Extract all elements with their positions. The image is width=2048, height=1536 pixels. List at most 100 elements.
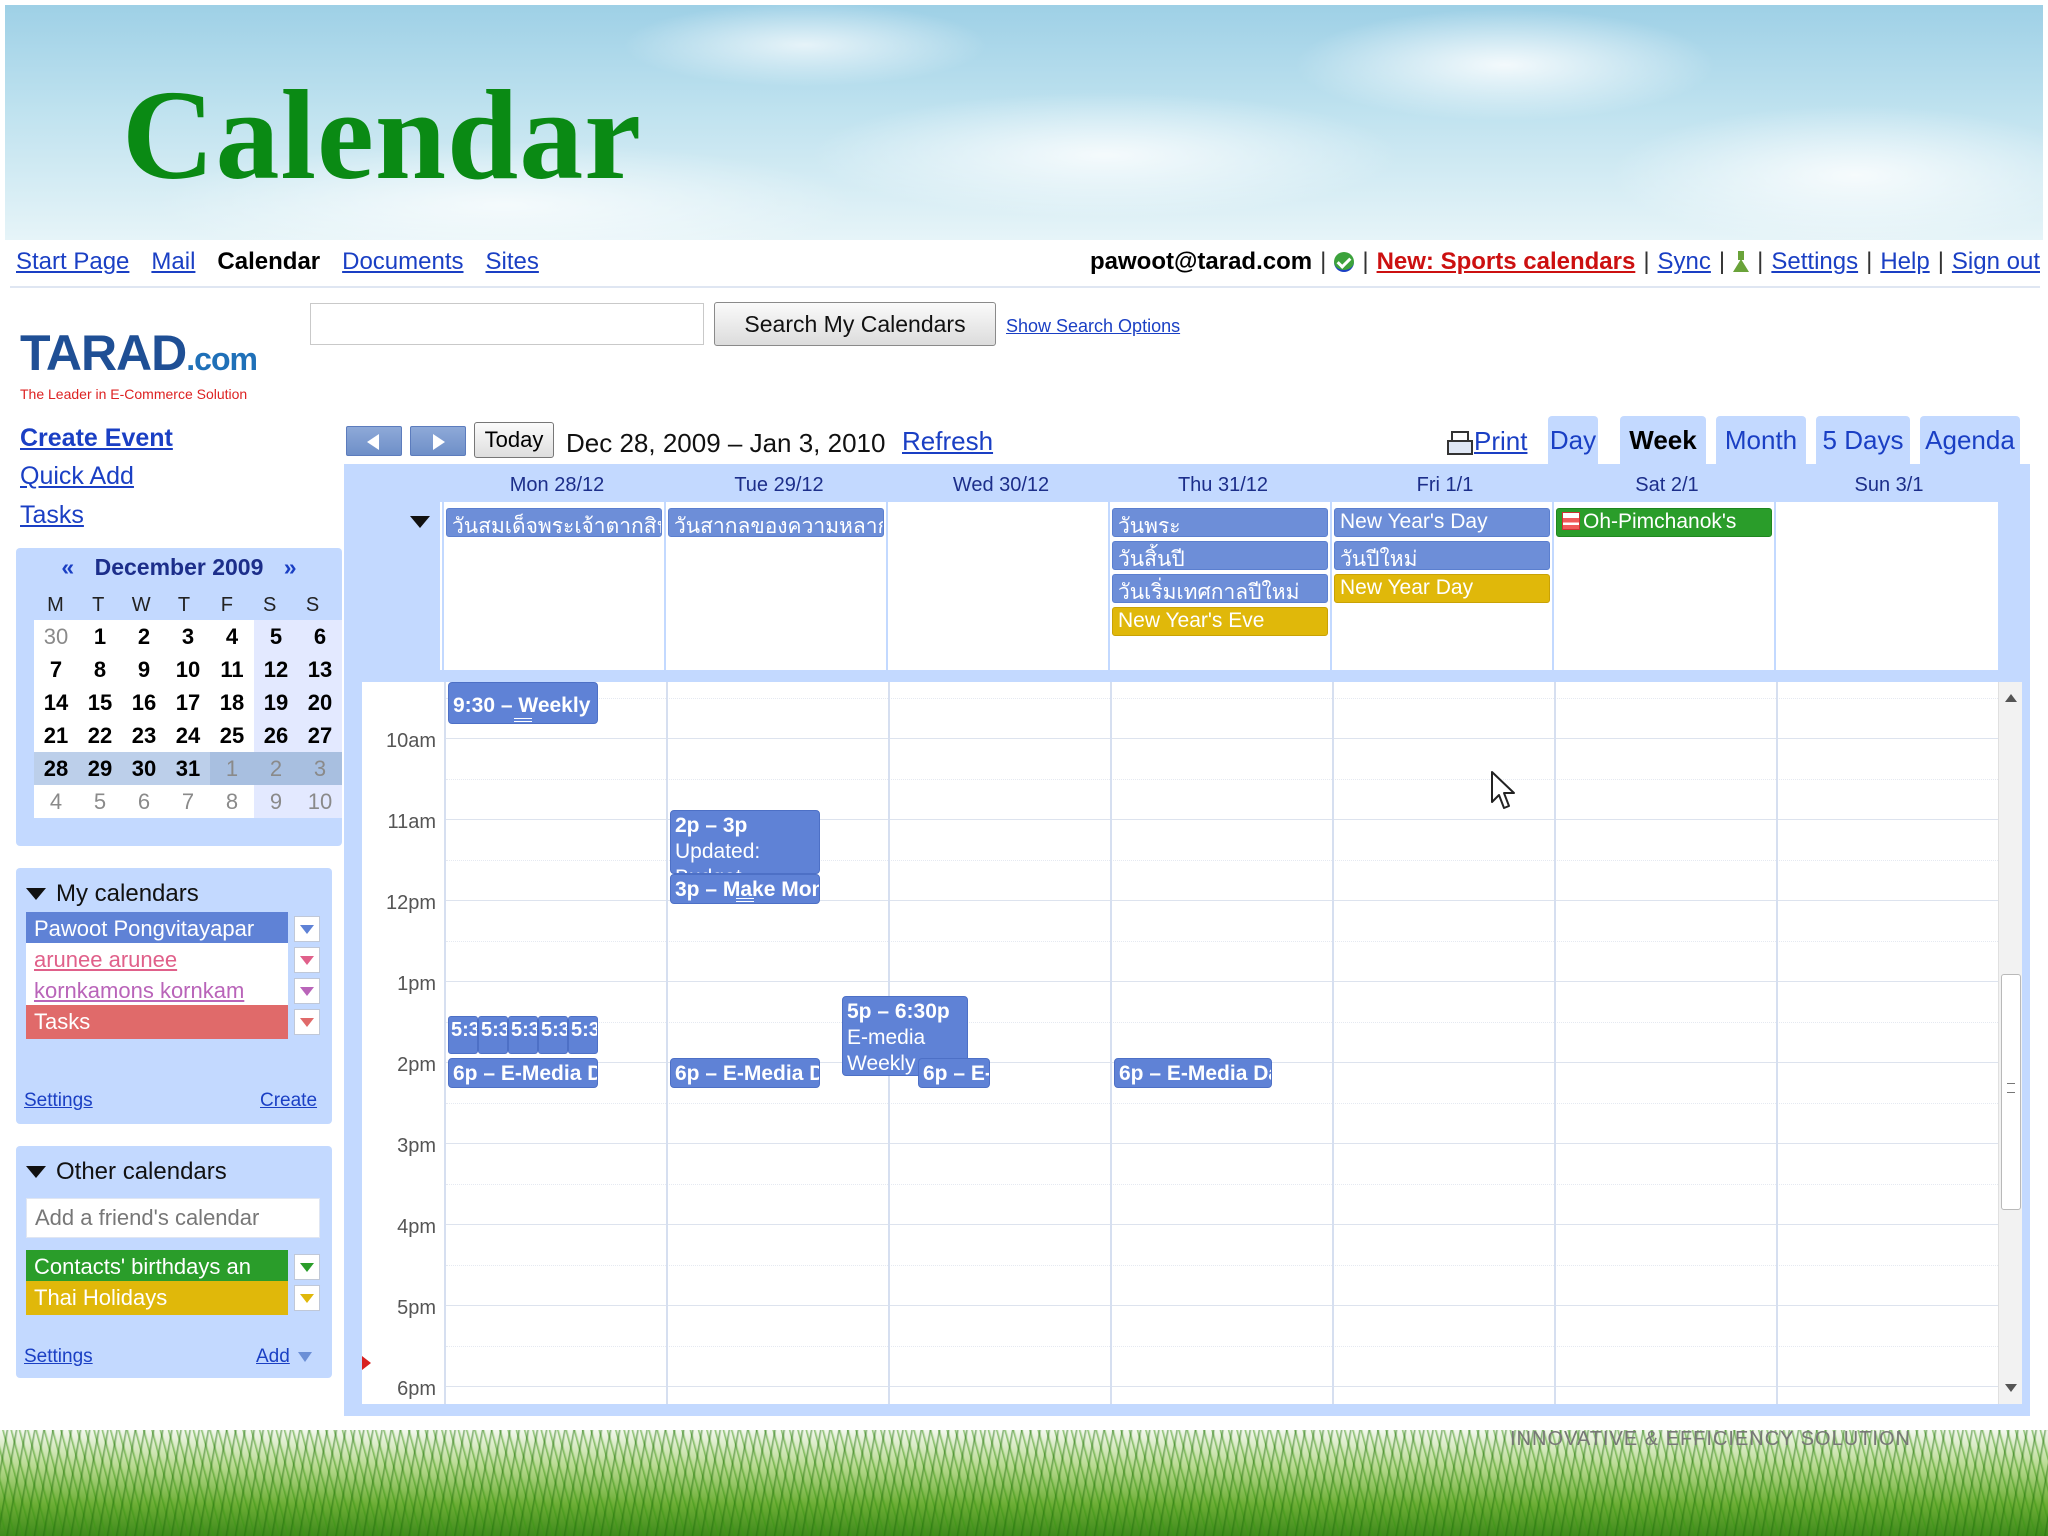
help-link[interactable]: Help xyxy=(1880,248,1929,276)
all-day-event[interactable]: New Year's Eve xyxy=(1112,607,1328,636)
other-calendars-toggle[interactable]: Other calendars xyxy=(26,1158,227,1186)
labs-flask-icon[interactable] xyxy=(1733,251,1750,273)
day-header[interactable]: Fri 1/1 xyxy=(1334,474,1556,497)
mini-day-cell[interactable]: 17 xyxy=(166,686,210,719)
event-overlap-530[interactable]: 5:3 xyxy=(448,1016,478,1054)
mini-day-cell[interactable]: 18 xyxy=(210,686,254,719)
mini-day-cell[interactable]: 7 xyxy=(166,785,210,818)
all-day-event[interactable]: วันเริ่มเทศกาลปีใหม่ xyxy=(1112,574,1328,603)
mini-day-cell[interactable]: 26 xyxy=(254,719,298,752)
add-calendar-link[interactable]: Add xyxy=(256,1346,312,1368)
mini-day-cell[interactable]: 1 xyxy=(78,620,122,653)
mini-day-cell[interactable]: 9 xyxy=(122,653,166,686)
other-calendars-settings-link[interactable]: Settings xyxy=(24,1346,93,1368)
event-e-media-daily-thu[interactable]: 6p – E-Media Daily xyxy=(1114,1058,1272,1088)
add-friend-calendar-input[interactable]: Add a friend's calendar xyxy=(26,1198,320,1238)
create-calendar-link[interactable]: Create xyxy=(260,1090,317,1112)
mini-day-cell[interactable]: 8 xyxy=(78,653,122,686)
nav-documents[interactable]: Documents xyxy=(342,248,463,276)
mini-day-cell[interactable]: 25 xyxy=(210,719,254,752)
day-header[interactable]: Tue 29/12 xyxy=(668,474,890,497)
search-my-calendars-button[interactable]: Search My Calendars xyxy=(714,302,996,346)
mini-day-cell[interactable]: 8 xyxy=(210,785,254,818)
tab-month[interactable]: Month xyxy=(1716,416,1806,464)
quick-add-link[interactable]: Quick Add xyxy=(20,462,134,491)
mini-day-cell[interactable]: 3 xyxy=(298,752,342,785)
all-day-event[interactable]: New Year Day xyxy=(1334,574,1550,603)
calendar-item[interactable]: Thai Holidays xyxy=(26,1281,288,1315)
tab-day[interactable]: Day xyxy=(1548,416,1598,464)
all-day-event[interactable]: วันสิ้นปี xyxy=(1112,541,1328,570)
all-day-event[interactable]: วันปีใหม่ xyxy=(1334,541,1550,570)
mini-day-cell[interactable]: 27 xyxy=(298,719,342,752)
previous-week-button[interactable] xyxy=(346,426,402,456)
today-button[interactable]: Today xyxy=(474,422,554,458)
my-calendars-settings-link[interactable]: Settings xyxy=(24,1090,93,1112)
all-day-event[interactable]: New Year's Day xyxy=(1334,508,1550,537)
tarad-logo[interactable]: TARAD.com The Leader in E-Commerce Solut… xyxy=(20,328,300,402)
mini-day-cell[interactable]: 13 xyxy=(298,653,342,686)
my-calendars-toggle[interactable]: My calendars xyxy=(26,880,199,908)
mini-prev-month-button[interactable]: « xyxy=(61,554,74,580)
calendar-options-dropdown-icon[interactable] xyxy=(294,1009,320,1035)
mini-day-cell[interactable]: 30 xyxy=(34,620,78,653)
calendar-options-dropdown-icon[interactable] xyxy=(294,916,320,942)
search-input[interactable] xyxy=(310,303,704,345)
event-weekly-meeting[interactable]: 9:30 – Weekly Ma xyxy=(448,682,598,724)
mini-day-cell[interactable]: 4 xyxy=(210,620,254,653)
mini-day-cell[interactable]: 14 xyxy=(34,686,78,719)
mini-day-cell[interactable]: 12 xyxy=(254,653,298,686)
mini-day-cell[interactable]: 7 xyxy=(34,653,78,686)
event-e-media-daily-wed[interactable]: 6p – E-M xyxy=(918,1058,990,1088)
nav-mail[interactable]: Mail xyxy=(151,248,195,276)
resize-grip-icon[interactable] xyxy=(736,898,754,902)
refresh-link[interactable]: Refresh xyxy=(902,426,993,457)
event-overlap-530[interactable]: 5:3 xyxy=(478,1016,508,1054)
offline-status-icon[interactable] xyxy=(1334,252,1355,272)
settings-link[interactable]: Settings xyxy=(1771,248,1858,276)
all-day-event[interactable]: วันสากลของความหลากห xyxy=(668,508,884,537)
event-e-media-daily-mon[interactable]: 6p – E-Media Daily xyxy=(448,1058,598,1088)
nav-sites[interactable]: Sites xyxy=(486,248,539,276)
calendar-options-dropdown-icon[interactable] xyxy=(294,1285,320,1311)
all-day-event[interactable]: วันพระ xyxy=(1112,508,1328,537)
day-header[interactable]: Sun 3/1 xyxy=(1778,474,2000,497)
mini-day-cell[interactable]: 10 xyxy=(166,653,210,686)
calendar-item[interactable]: kornkamons kornkam xyxy=(26,974,288,1008)
mini-day-cell[interactable]: 10 xyxy=(298,785,342,818)
nav-start-page[interactable]: Start Page xyxy=(16,248,129,276)
calendar-options-dropdown-icon[interactable] xyxy=(294,947,320,973)
all-day-event[interactable]: Oh-Pimchanok's xyxy=(1556,508,1772,537)
tab-5-days[interactable]: 5 Days xyxy=(1816,416,1910,464)
day-header[interactable]: Mon 28/12 xyxy=(446,474,668,497)
mini-day-cell[interactable]: 6 xyxy=(298,620,342,653)
new-sports-calendars-link[interactable]: New: Sports calendars xyxy=(1377,248,1636,276)
day-header[interactable]: Wed 30/12 xyxy=(890,474,1112,497)
sign-out-link[interactable]: Sign out xyxy=(1952,248,2040,276)
calendar-options-dropdown-icon[interactable] xyxy=(294,1254,320,1280)
calendar-item[interactable]: Tasks xyxy=(26,1005,288,1039)
mini-day-cell[interactable]: 6 xyxy=(122,785,166,818)
event-budget-control-meeting[interactable]: 2p – 3p Updated: Budget Control Meeting xyxy=(670,810,820,874)
mini-day-cell[interactable]: 21 xyxy=(34,719,78,752)
mini-day-cell[interactable]: 29 xyxy=(78,752,122,785)
print-link[interactable]: Print xyxy=(1446,426,1527,457)
mini-day-cell[interactable]: 24 xyxy=(166,719,210,752)
mini-day-cell[interactable]: 4 xyxy=(34,785,78,818)
all-day-collapse-icon[interactable] xyxy=(410,516,430,528)
calendar-item[interactable]: arunee arunee xyxy=(26,943,288,977)
mini-day-cell[interactable]: 22 xyxy=(78,719,122,752)
tab-agenda[interactable]: Agenda xyxy=(1920,416,2020,464)
event-e-media-daily-tue[interactable]: 6p – E-Media Daily xyxy=(670,1058,820,1088)
day-header[interactable]: Sat 2/1 xyxy=(1556,474,1778,497)
scroll-down-arrow-icon[interactable] xyxy=(2005,1384,2017,1392)
scroll-thumb[interactable] xyxy=(2001,974,2021,1210)
tasks-link[interactable]: Tasks xyxy=(20,501,84,530)
mini-day-cell[interactable]: 2 xyxy=(122,620,166,653)
event-overlap-530[interactable]: 5:3 xyxy=(538,1016,568,1054)
mini-day-cell[interactable]: 1 xyxy=(210,752,254,785)
mini-day-cell[interactable]: 2 xyxy=(254,752,298,785)
time-grid[interactable]: 10am 11am 12pm 1pm 2pm 3pm 4pm 5pm 6pm 9:30 – We… xyxy=(362,682,1998,1404)
mini-day-cell[interactable]: 11 xyxy=(210,653,254,686)
event-overlap-530[interactable]: 5:3 xyxy=(508,1016,538,1054)
